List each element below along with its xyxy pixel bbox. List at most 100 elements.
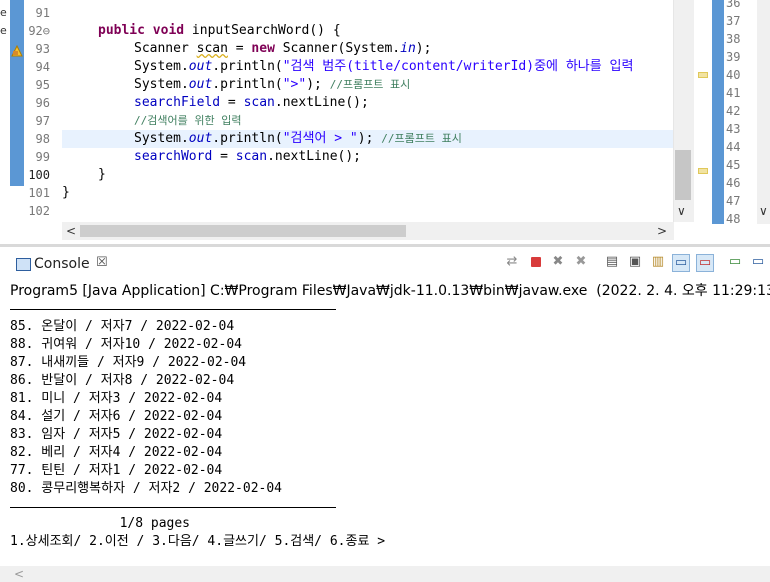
split-editor-scrollbar[interactable] bbox=[757, 0, 770, 224]
code-text: Scanner bbox=[134, 41, 197, 56]
editor-vertical-scroll-thumb[interactable] bbox=[675, 150, 691, 200]
code-line-highlighted: System.out.println("검색어 > "); //프롬프트 표시 bbox=[62, 130, 674, 148]
code-text: inputSearchWord() { bbox=[184, 23, 341, 38]
code-text: ); bbox=[357, 131, 382, 146]
code-text: Scanner(System. bbox=[274, 41, 401, 56]
line-number: 100 bbox=[28, 168, 50, 182]
page-indicator: 1/8 pages bbox=[10, 516, 191, 531]
tab-console[interactable]: Console bbox=[34, 252, 90, 276]
code-text: .println( bbox=[212, 131, 283, 146]
editor-horizontal-scroll-thumb[interactable] bbox=[80, 225, 406, 237]
output-row: 86. 반달이 / 저자8 / 2022-02-04 bbox=[10, 373, 235, 388]
line-number: 42 bbox=[726, 104, 741, 118]
keyword: new bbox=[251, 41, 275, 56]
line-number: 41 bbox=[726, 86, 741, 100]
code-line: System.out.println(">"); //프롬프트 표시 bbox=[134, 76, 410, 94]
console-horizontal-scrollbar[interactable] bbox=[0, 566, 770, 582]
output-row: 85. 온달이 / 저자7 / 2022-02-04 bbox=[10, 319, 235, 334]
comment: //프롬프트 표시 bbox=[381, 132, 462, 145]
line-number: 99 bbox=[35, 150, 50, 164]
scroll-down-icon[interactable]: ∨ bbox=[677, 204, 686, 218]
string-literal: "검색 범주(title/content/writerId)중에 하나를 입력 bbox=[282, 59, 634, 74]
code-text: ); bbox=[415, 41, 432, 56]
overview-ruler[interactable] bbox=[696, 0, 712, 222]
line-number: 93 bbox=[35, 42, 50, 56]
console-output[interactable]: 85. 온달이 / 저자7 / 2022-02-04 88. 귀여워 / 저자1… bbox=[10, 302, 760, 564]
code-text: System. bbox=[134, 131, 189, 146]
output-row: 84. 설기 / 저자6 / 2022-02-04 bbox=[10, 409, 223, 424]
output-row: 82. 베리 / 저자4 / 2022-02-04 bbox=[10, 445, 223, 460]
warning-overview-marker[interactable] bbox=[698, 72, 708, 78]
code-text: .nextLine(); bbox=[274, 95, 369, 110]
launch-description: Program5 [Java Application] C:₩Program F… bbox=[10, 283, 770, 299]
string-literal: ">" bbox=[282, 77, 307, 92]
code-line: } bbox=[98, 167, 106, 182]
code-text: .println( bbox=[212, 77, 283, 92]
clear-console-icon[interactable]: ▤ bbox=[604, 254, 620, 270]
scroll-down-icon[interactable]: ∨ bbox=[759, 204, 768, 218]
keyword: void bbox=[152, 23, 185, 38]
code-text: .println( bbox=[212, 59, 283, 74]
left-strip-text: e bbox=[0, 24, 7, 37]
left-editor-strip: e e bbox=[0, 0, 10, 224]
code-text: = bbox=[220, 95, 244, 110]
left-strip-text: e bbox=[0, 6, 7, 19]
variable: scan bbox=[196, 41, 228, 56]
output-row: 80. 콩무리행복하자 / 저자2 / 2022-02-04 bbox=[10, 481, 282, 496]
static-field: out bbox=[188, 77, 213, 92]
line-number: 96 bbox=[35, 96, 50, 110]
code-text: System. bbox=[134, 59, 189, 74]
output-row: 87. 내새끼들 / 저자9 / 2022-02-04 bbox=[10, 355, 247, 370]
keyword: public bbox=[98, 23, 145, 38]
show-on-stdout-icon[interactable]: ▭ bbox=[672, 254, 690, 272]
line-number: 45 bbox=[726, 158, 741, 172]
line-number: 44 bbox=[726, 140, 741, 154]
line-number: 39 bbox=[726, 50, 741, 64]
split-editor-ruler bbox=[712, 0, 724, 224]
output-row: 77. 틴틴 / 저자1 / 2022-02-04 bbox=[10, 463, 223, 478]
remove-all-icon[interactable]: ✖ bbox=[573, 254, 589, 270]
line-number: 37 bbox=[726, 14, 741, 28]
code-text: .nextLine(); bbox=[267, 149, 361, 164]
comment: //검색어를 위한 입력 bbox=[134, 114, 242, 127]
terminate-icon[interactable] bbox=[528, 254, 544, 270]
code-line: searchField = scan.nextLine(); bbox=[134, 94, 369, 112]
line-number: 94 bbox=[35, 60, 50, 74]
code-line: //검색어를 위한 입력 bbox=[134, 112, 241, 130]
line-number: 101 bbox=[28, 186, 50, 200]
word-wrap-icon[interactable]: ▥ bbox=[650, 254, 666, 270]
code-line: public void inputSearchWord() { bbox=[98, 22, 341, 40]
link-icon[interactable]: ⇄ bbox=[504, 254, 520, 270]
field: searchWord bbox=[134, 149, 213, 164]
code-line: System.out.println("검색 범주(title/content/… bbox=[134, 58, 633, 76]
code-text: = bbox=[212, 149, 236, 164]
line-number: 36 bbox=[726, 0, 741, 10]
code-line: Scanner scan = new Scanner(System.in); bbox=[134, 40, 431, 58]
remove-launch-icon[interactable]: ✖ bbox=[550, 254, 566, 270]
separator-line bbox=[10, 507, 336, 508]
close-icon[interactable]: ☒ bbox=[96, 255, 108, 270]
show-on-stderr-icon[interactable]: ▭ bbox=[696, 254, 714, 272]
open-console-icon[interactable]: ▭ bbox=[727, 254, 743, 270]
scroll-lock-icon[interactable]: ▣ bbox=[627, 254, 643, 270]
scroll-right-icon[interactable]: > bbox=[657, 224, 667, 238]
static-field: out bbox=[188, 59, 213, 74]
code-editor[interactable]: e e 91 92⊖ 93 94 95 96 97 98 99 100 101 … bbox=[0, 0, 770, 244]
static-field: in bbox=[400, 41, 416, 56]
comment: //프롬프트 표시 bbox=[329, 78, 411, 91]
display-selected-icon[interactable]: ▭ bbox=[750, 254, 766, 270]
line-number: 48 bbox=[726, 212, 741, 226]
scroll-left-icon[interactable]: < bbox=[14, 567, 24, 581]
warning-overview-marker[interactable] bbox=[698, 168, 708, 174]
field: scan bbox=[243, 95, 275, 110]
line-number: 43 bbox=[726, 122, 741, 136]
line-number[interactable]: 92⊖ bbox=[22, 22, 50, 40]
code-area[interactable]: public void inputSearchWord() { Scanner … bbox=[62, 0, 674, 222]
line-number: 38 bbox=[726, 32, 741, 46]
line-number: 98 bbox=[35, 132, 50, 146]
scroll-left-icon[interactable]: < bbox=[66, 224, 76, 238]
output-row: 83. 임자 / 저자5 / 2022-02-04 bbox=[10, 427, 223, 442]
code-text: System. bbox=[134, 77, 189, 92]
line-number: 95 bbox=[35, 78, 50, 92]
field: scan bbox=[235, 149, 268, 164]
